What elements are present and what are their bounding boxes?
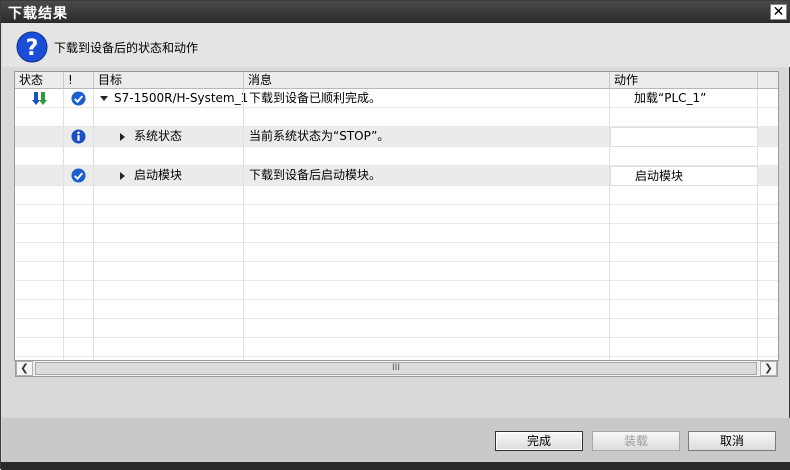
table-row	[15, 147, 778, 166]
title-bar[interactable]: 下载结果 ✕	[1, 1, 789, 23]
column-divider	[93, 89, 94, 360]
table-row	[15, 186, 778, 205]
column-header-target[interactable]: 目标	[94, 72, 244, 89]
finish-button[interactable]: 完成	[495, 431, 583, 451]
target-cell: S7-1500R/H-System_1	[100, 89, 248, 108]
action-cell[interactable]	[610, 127, 758, 147]
download-result-dialog: 下载结果 ✕ ? 下载到设备后的状态和动作 状态 ! 目标 消息 动作 S7-1…	[0, 0, 790, 470]
column-header-status[interactable]: 状态	[15, 72, 64, 89]
check-circle-icon	[71, 91, 86, 106]
info-circle-icon	[71, 129, 86, 144]
download-arrow-icon	[32, 92, 47, 105]
column-header-action[interactable]: 动作	[610, 72, 758, 89]
dialog-header: ? 下载到设备后的状态和动作	[2, 23, 790, 67]
column-divider	[609, 89, 610, 360]
column-divider	[243, 89, 244, 360]
collapse-toggle-icon[interactable]	[100, 96, 108, 101]
table-row	[15, 262, 778, 281]
table-row	[15, 243, 778, 262]
expand-toggle-icon[interactable]	[120, 171, 125, 180]
table-row	[15, 281, 778, 300]
header-description: 下载到设备后的状态和动作	[54, 41, 199, 55]
question-icon: ?	[16, 31, 48, 63]
scrollbar-grip: III	[392, 363, 400, 373]
message-cell: 下载到设备已顺利完成。	[249, 91, 382, 105]
column-header-filler	[758, 72, 778, 89]
table-row	[15, 338, 778, 357]
cancel-button[interactable]: 取消	[688, 431, 776, 451]
chevron-left-icon: ❮	[20, 363, 29, 374]
message-cell: 下载到设备后启动模块。	[249, 168, 382, 182]
column-divider	[63, 89, 64, 360]
table-row[interactable]: S7-1500R/H-System_1 下载到设备已顺利完成。 加载“PLC_1…	[15, 89, 778, 108]
close-button[interactable]: ✕	[770, 4, 787, 20]
chevron-right-icon: ❯	[764, 363, 773, 374]
table-row	[15, 224, 778, 243]
action-value: 启动模块	[635, 169, 684, 183]
table-row[interactable]: 系统状态 当前系统状态为“STOP”。	[15, 127, 778, 147]
table-row	[15, 108, 778, 127]
column-divider	[757, 89, 758, 360]
window-title: 下载结果	[8, 6, 68, 22]
table-row	[15, 319, 778, 338]
svg-text:?: ?	[26, 36, 39, 61]
load-button[interactable]: 装载	[592, 431, 680, 451]
target-cell: 启动模块	[120, 166, 182, 185]
action-cell[interactable]: 加载“PLC_1”	[634, 89, 706, 108]
column-header-message[interactable]: 消息	[244, 72, 610, 89]
table-row	[15, 300, 778, 319]
expand-toggle-icon[interactable]	[120, 132, 125, 141]
column-header-severity[interactable]: !	[64, 72, 94, 89]
target-cell: 系统状态	[120, 127, 182, 146]
scrollbar-thumb[interactable]: III	[35, 362, 757, 375]
close-icon: ✕	[772, 4, 785, 20]
table-row	[15, 205, 778, 224]
check-circle-icon	[71, 168, 86, 183]
scroll-left-button[interactable]: ❮	[16, 361, 33, 376]
action-dropdown[interactable]: 启动模块	[610, 166, 758, 186]
message-cell: 当前系统状态为“STOP”。	[249, 129, 390, 143]
horizontal-scrollbar[interactable]: ❮ III ❯	[15, 360, 778, 377]
results-table: 状态 ! 目标 消息 动作 S7-1500R/H-System_1 下载到设备已…	[14, 71, 779, 361]
scroll-right-button[interactable]: ❯	[760, 361, 777, 376]
table-row[interactable]: 启动模块 下载到设备后启动模块。 启动模块	[15, 166, 778, 186]
